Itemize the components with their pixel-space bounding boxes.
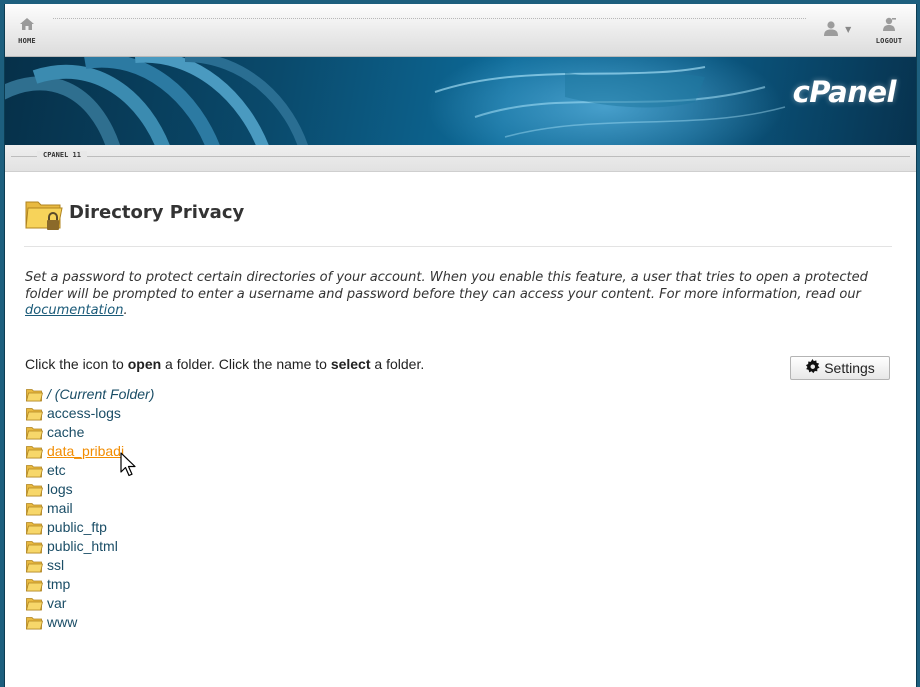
folder-icon[interactable] (25, 539, 44, 553)
folder-icon[interactable] (25, 558, 44, 572)
chevron-down-icon: ▼ (845, 25, 852, 34)
logout-label: LOGOUT (875, 37, 903, 45)
folder-name-link[interactable]: logs (47, 481, 73, 497)
folder-name-link[interactable]: tmp (47, 576, 70, 592)
mouse-pointer-icon (120, 452, 140, 482)
home-label: HOME (18, 37, 36, 45)
page-title: Directory Privacy (69, 202, 245, 223)
folder-icon[interactable] (25, 501, 44, 515)
folder-icon[interactable] (25, 425, 44, 439)
description-end: . (123, 303, 128, 318)
folder-name-link[interactable]: var (47, 595, 66, 611)
instruction-open-word: open (127, 356, 162, 372)
settings-button[interactable]: Settings (790, 356, 890, 380)
folder-name-link[interactable]: data_pribadi (47, 443, 124, 459)
folder-item: var (25, 593, 154, 612)
folder-icon[interactable] (25, 615, 44, 629)
user-icon (823, 21, 844, 40)
folder-name-link[interactable]: etc (47, 462, 66, 478)
page-header: Directory Privacy (24, 194, 892, 247)
folder-name-link[interactable]: access-logs (47, 405, 121, 421)
folder-name-link[interactable]: cache (47, 424, 84, 440)
folder-name-link[interactable]: www (47, 614, 77, 630)
version-label: CPANEL 11 (37, 151, 87, 159)
folder-name-link[interactable]: mail (47, 500, 73, 516)
top-navigation-bar: HOME ▼ LOGOUT (5, 4, 916, 57)
folder-item: ssl (25, 555, 154, 574)
home-button[interactable]: HOME (11, 16, 43, 45)
folder-name-link[interactable]: public_html (47, 538, 118, 554)
folder-icon[interactable] (25, 444, 44, 458)
user-menu-dropdown[interactable]: ▼ (823, 20, 852, 40)
logout-user-icon (881, 16, 897, 35)
folder-icon[interactable] (25, 577, 44, 591)
folder-item: mail (25, 498, 154, 517)
folder-icon[interactable] (25, 387, 44, 401)
locked-folder-icon (24, 194, 64, 238)
folder-icon[interactable] (25, 463, 44, 477)
instruction-text: a folder. (370, 356, 425, 372)
folder-icon[interactable] (25, 596, 44, 610)
folder-instructions: Click the icon to open a folder. Click t… (25, 356, 424, 372)
folder-icon[interactable] (25, 406, 44, 420)
documentation-link[interactable]: documentation (25, 303, 123, 318)
description-text: Set a password to protect certain direct… (25, 270, 868, 302)
house-icon (19, 16, 35, 35)
folder-icon[interactable] (25, 482, 44, 496)
instruction-select-word: select (330, 356, 371, 372)
gear-icon (805, 359, 820, 377)
folder-name-link[interactable]: ssl (47, 557, 64, 573)
instruction-text: Click the icon to (25, 356, 128, 372)
instruction-text: a folder. Click the name to (161, 356, 331, 372)
folder-name-link[interactable]: public_ftp (47, 519, 107, 535)
folder-item: cache (25, 422, 154, 441)
header-banner: cPanel (5, 57, 916, 145)
folder-item: public_ftp (25, 517, 154, 536)
folder-item: www (25, 612, 154, 631)
folder-icon[interactable] (25, 520, 44, 534)
version-strip: CPANEL 11 (5, 145, 916, 172)
dotted-divider (53, 18, 806, 20)
logout-button[interactable]: LOGOUT (869, 16, 909, 45)
network-cables-graphic (5, 57, 786, 145)
folder-item: tmp (25, 574, 154, 593)
folder-item: public_html (25, 536, 154, 555)
folder-list: / (Current Folder) access-logs cache data_p… (25, 384, 154, 631)
folder-item: access-logs (25, 403, 154, 422)
divider-line (11, 156, 910, 157)
browser-viewport: HOME ▼ LOGOUT cPanel CPANEL 11 Directory… (4, 4, 917, 687)
cpanel-logo: cPanel (792, 75, 897, 109)
settings-label: Settings (824, 360, 875, 376)
folder-name-link[interactable]: / (Current Folder) (47, 386, 154, 402)
page-description: Set a password to protect certain direct… (25, 270, 885, 320)
folder-item: / (Current Folder) (25, 384, 154, 403)
